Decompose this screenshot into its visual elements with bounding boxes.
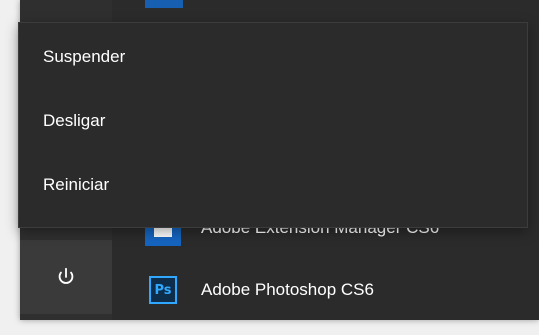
menu-item-shutdown[interactable]: Desligar [19, 89, 527, 153]
app-item-adobe-photoshop[interactable]: Ps Adobe Photoshop CS6 [145, 258, 374, 322]
start-menu-screen: Adobe Extension Manager CS6 Ps Adobe Pho… [0, 0, 539, 335]
app-list-partial-row [145, 0, 445, 8]
menu-item-label: Reiniciar [43, 175, 110, 194]
menu-item-label: Suspender [43, 47, 126, 66]
menu-item-label: Desligar [43, 111, 106, 130]
menu-item-restart[interactable]: Reiniciar [19, 153, 527, 217]
menu-item-suspend[interactable]: Suspender [19, 25, 527, 89]
photoshop-icon: Ps [145, 268, 181, 312]
power-options-menu: Suspender Desligar Reiniciar [18, 22, 528, 228]
power-button[interactable] [20, 240, 112, 314]
photoshop-icon-box: Ps [149, 276, 177, 304]
power-icon [58, 267, 74, 284]
app-label: Adobe Photoshop CS6 [201, 280, 374, 299]
